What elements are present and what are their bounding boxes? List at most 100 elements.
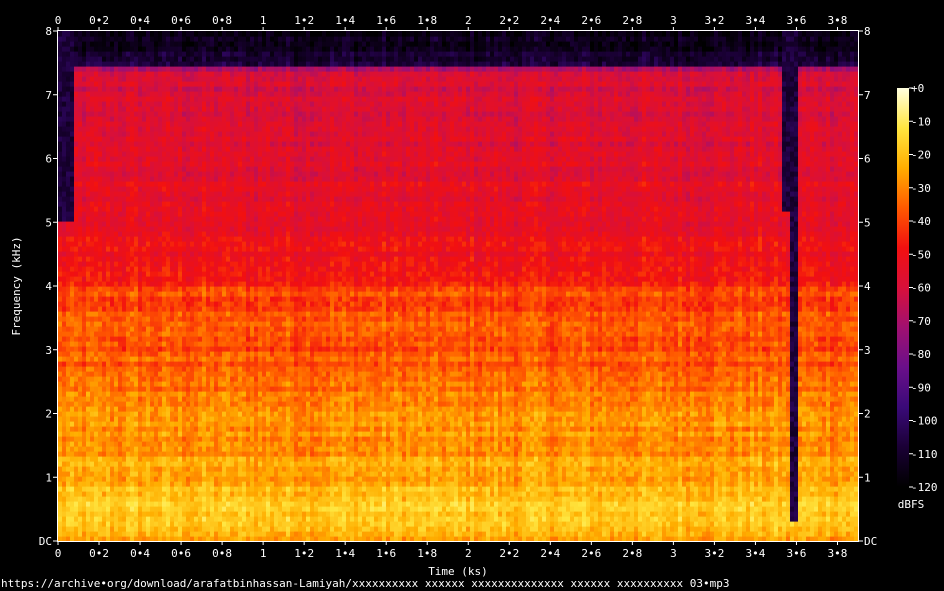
spectrogram-cell — [194, 31, 199, 37]
spectrogram-cell — [102, 266, 107, 272]
spectrogram-cell — [190, 181, 195, 187]
spectrogram-cell — [186, 381, 191, 387]
spectrogram-cell — [90, 261, 95, 267]
spectrogram-cell — [134, 321, 139, 327]
spectrogram-cell — [182, 181, 187, 187]
spectrogram-cell — [86, 431, 91, 437]
spectrogram-cell — [82, 241, 87, 247]
spectrogram-cell — [106, 461, 111, 467]
spectrogram-cell — [126, 66, 131, 72]
spectrogram-cell — [70, 46, 75, 52]
spectrogram-cell — [98, 201, 103, 207]
spectrogram-cell — [102, 36, 107, 42]
spectrogram-cell — [186, 221, 191, 227]
spectrogram-cell — [74, 296, 79, 302]
spectrogram-cell — [158, 201, 163, 207]
spectrogram-cell — [70, 451, 75, 457]
spectrogram-cell — [74, 321, 79, 327]
spectrogram-cell — [246, 36, 251, 42]
spectrogram-cell — [66, 41, 71, 47]
spectrogram-cell — [150, 171, 155, 177]
spectrogram-cell — [94, 271, 99, 277]
spectrogram-cell — [242, 401, 247, 407]
spectrogram-cell — [194, 351, 199, 357]
spectrogram-cell — [98, 171, 103, 177]
spectrogram-cell — [142, 461, 147, 467]
spectrogram-cell — [134, 226, 139, 232]
spectrogram-cell — [170, 81, 175, 87]
spectrogram-cell — [142, 376, 147, 382]
spectrogram-cell — [114, 476, 119, 482]
spectrogram-cell — [98, 341, 103, 347]
spectrogram-cell — [70, 91, 75, 97]
spectrogram-cell — [150, 471, 155, 477]
spectrogram-cell — [206, 231, 211, 237]
spectrogram-cell — [146, 481, 151, 487]
spectrogram-cell — [218, 531, 223, 537]
spectrogram-cell — [78, 336, 83, 342]
spectrogram-cell — [162, 236, 167, 242]
spectrogram-cell — [154, 111, 159, 117]
spectrogram-cell — [174, 51, 179, 57]
spectrogram-cell — [222, 286, 227, 292]
spectrogram-cell — [114, 171, 119, 177]
spectrogram-cell — [210, 366, 215, 372]
spectrogram-cell — [142, 236, 147, 242]
spectrogram-cell — [186, 76, 191, 82]
spectrogram-cell — [94, 186, 99, 192]
spectrogram-cell — [242, 161, 247, 167]
spectrogram-cell — [70, 391, 75, 397]
spectrogram-cell — [182, 151, 187, 157]
spectrogram-cell — [242, 251, 247, 257]
spectrogram-cell — [182, 216, 187, 222]
spectrogram-cell — [250, 376, 255, 382]
spectrogram-cell — [174, 391, 179, 397]
spectrogram-cell — [170, 211, 175, 217]
spectrogram-cell — [218, 501, 223, 507]
spectrogram-cell — [202, 216, 207, 222]
spectrogram-cell — [206, 246, 211, 252]
spectrogram-cell — [170, 501, 175, 507]
spectrogram-cell — [194, 211, 199, 217]
spectrogram-cell — [250, 366, 255, 372]
spectrogram-cell — [66, 141, 71, 147]
spectrogram-cell — [198, 311, 203, 317]
spectrogram-cell — [58, 251, 63, 257]
spectrogram-cell — [94, 126, 99, 132]
spectrogram-cell — [138, 91, 143, 97]
spectrogram-cell — [134, 486, 139, 492]
spectrogram-cell — [202, 256, 207, 262]
spectrogram-cell — [190, 521, 195, 527]
spectrogram-cell — [222, 211, 227, 217]
spectrogram-cell — [218, 451, 223, 457]
spectrogram-cell — [126, 501, 131, 507]
spectrogram-cell — [202, 146, 207, 152]
spectrogram-cell — [122, 51, 127, 57]
spectrogram-cell — [202, 326, 207, 332]
spectrogram-cell — [234, 356, 239, 362]
spectrogram-cell — [182, 266, 187, 272]
spectrogram-cell — [182, 161, 187, 167]
spectrogram-cell — [130, 111, 135, 117]
spectrogram-cell — [130, 396, 135, 402]
spectrogram-cell — [138, 161, 143, 167]
spectrogram-cell — [154, 276, 159, 282]
spectrogram-cell — [82, 406, 87, 412]
spectrogram-cell — [166, 31, 171, 37]
spectrogram-cell — [162, 336, 167, 342]
spectrogram-cell — [150, 381, 155, 387]
spectrogram-cell — [142, 261, 147, 267]
spectrogram-cell — [194, 166, 199, 172]
spectrogram-cell — [170, 41, 175, 47]
spectrogram-cell — [126, 416, 131, 422]
spectrogram-cell — [206, 176, 211, 182]
spectrogram-cell — [70, 271, 75, 277]
spectrogram-cell — [178, 436, 183, 442]
spectrogram-cell — [130, 316, 135, 322]
spectrogram-cell — [86, 421, 91, 427]
spectrogram-cell — [154, 41, 159, 47]
spectrogram-cell — [242, 471, 247, 477]
spectrogram-cell — [238, 366, 243, 372]
spectrogram-cell — [214, 341, 219, 347]
spectrogram-cell — [110, 441, 115, 447]
